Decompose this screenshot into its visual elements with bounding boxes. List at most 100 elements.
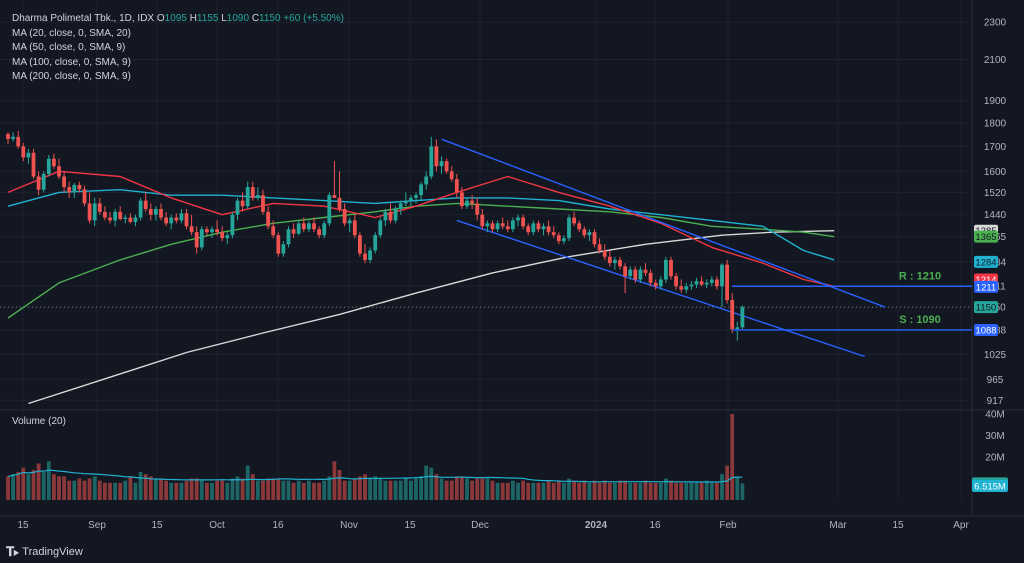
- candle-body: [67, 187, 72, 193]
- candle-body: [709, 279, 714, 283]
- volume-bar: [618, 480, 622, 500]
- candle-body: [225, 235, 230, 239]
- indicator-ma20[interactable]: MA (20, close, 0, SMA, 20): [12, 27, 344, 42]
- volume-bar: [500, 482, 505, 500]
- indicator-ma100[interactable]: MA (100, close, 0, SMA, 9): [12, 56, 344, 71]
- candle-body: [403, 200, 408, 204]
- candle-body: [143, 200, 148, 210]
- price-badge-label: 1211: [976, 282, 996, 293]
- candle-body: [230, 214, 235, 236]
- volume-bar: [648, 482, 653, 500]
- volume-bar: [77, 478, 82, 500]
- candle-body: [358, 235, 362, 254]
- volume-bar: [266, 478, 270, 500]
- volume-bar: [460, 476, 464, 500]
- tradingview-brand[interactable]: 𝐓▸ TradingView: [6, 544, 83, 560]
- volume-bar: [256, 480, 260, 500]
- y-tick-label: 2300: [984, 18, 1007, 29]
- volume-bar: [108, 482, 112, 500]
- candle-body: [638, 269, 643, 280]
- volume-bar: [592, 480, 597, 500]
- volume-indicator-label[interactable]: Volume (20): [12, 416, 66, 427]
- volume-bar: [291, 482, 296, 500]
- candle-body: [556, 235, 561, 242]
- candle-body: [388, 211, 393, 221]
- candle-body: [21, 146, 26, 158]
- volume-bar: [388, 480, 393, 500]
- volume-bar: [694, 482, 699, 500]
- volume-bar: [505, 482, 510, 500]
- volume-bar: [439, 478, 444, 500]
- candle-body: [526, 226, 531, 233]
- candle-body: [439, 161, 444, 167]
- candle-body: [281, 244, 286, 254]
- candle-body: [169, 217, 174, 224]
- candle-body: [679, 286, 684, 290]
- volume-bar: [393, 480, 398, 500]
- indicator-ma200[interactable]: MA (200, close, 0, SMA, 9): [12, 70, 344, 85]
- candle-body: [11, 136, 15, 139]
- candle-body: [123, 217, 128, 219]
- chart-root[interactable]: R : 1210 S : 1090 15 Sep 15 Oct 16 Nov 15 Dec 202…: [0, 0, 1024, 563]
- symbol-title[interactable]: Dharma Polimetal Tbk., 1D, IDX: [12, 13, 154, 24]
- candle-body: [541, 226, 546, 230]
- candle-body: [108, 217, 112, 221]
- volume-bar: [245, 465, 250, 500]
- price-badge-label: 1150: [976, 303, 996, 314]
- candle-body: [592, 232, 597, 245]
- candle-body: [648, 272, 653, 283]
- volume-bar: [82, 480, 87, 500]
- volume-bar: [495, 482, 500, 500]
- volume-bar: [138, 472, 143, 500]
- candle-body: [735, 327, 740, 330]
- y-tick-label: 2100: [984, 55, 1007, 66]
- candle-body: [674, 276, 678, 287]
- volume-bar: [154, 478, 158, 500]
- volume-bar: [607, 482, 612, 500]
- candle-body: [199, 229, 204, 248]
- volume-bar: [358, 476, 362, 500]
- volume-bar: [16, 472, 21, 500]
- candle-body: [235, 200, 240, 215]
- candle-body: [128, 217, 133, 222]
- volume-bar: [383, 480, 388, 500]
- x-tick-label: 16: [272, 520, 284, 531]
- volume-bar: [643, 480, 648, 500]
- volume-bar: [113, 482, 117, 500]
- volume-bar: [485, 478, 490, 500]
- candle-body: [653, 282, 658, 287]
- volume-bar: [587, 482, 592, 500]
- candle-body: [409, 197, 413, 201]
- indicator-ma50[interactable]: MA (50, close, 0, SMA, 9): [12, 41, 344, 56]
- volume-bar: [118, 482, 123, 500]
- volume-bar: [123, 480, 128, 500]
- x-tick-label: 15: [892, 520, 904, 531]
- candle-body: [694, 281, 699, 285]
- volume-bar: [332, 461, 337, 500]
- candle-body: [551, 232, 556, 236]
- volume-bar: [215, 480, 219, 500]
- candle-body: [250, 187, 255, 198]
- candle-body: [72, 184, 77, 193]
- volume-bar: [699, 482, 704, 500]
- candle-body: [301, 223, 306, 230]
- volume-bar: [62, 476, 66, 500]
- candle-body: [383, 211, 388, 221]
- volume-bar: [347, 480, 352, 500]
- volume-bar: [72, 480, 77, 500]
- volume-bar: [179, 482, 184, 500]
- candle-body: [36, 176, 41, 190]
- candle-body: [97, 203, 102, 212]
- y-tick-label: 917: [987, 396, 1004, 407]
- candle-body: [689, 284, 694, 287]
- candle-body: [103, 211, 107, 218]
- candle-body: [184, 213, 189, 227]
- volume-bar: [164, 480, 168, 500]
- candle-body: [189, 226, 194, 233]
- volume-bar: [368, 478, 372, 500]
- candle-body: [378, 220, 383, 236]
- volume-bar: [307, 480, 311, 500]
- candle-body: [398, 203, 403, 210]
- volume-bar: [174, 482, 179, 500]
- resistance-label: R : 1210: [899, 270, 941, 282]
